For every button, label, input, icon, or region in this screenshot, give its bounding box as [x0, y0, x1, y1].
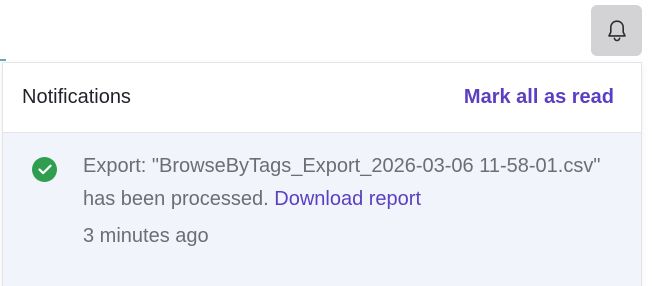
notifications-title: Notifications: [22, 86, 131, 108]
notifications-panel: Notifications Mark all as read Export: "…: [2, 62, 642, 286]
page: Notifications Mark all as read Export: "…: [0, 0, 652, 286]
check-circle-icon: [32, 157, 57, 182]
notifications-header: Notifications Mark all as read: [3, 63, 641, 133]
mark-all-as-read-button[interactable]: Mark all as read: [464, 85, 614, 109]
notifications-bell-button[interactable]: [591, 5, 642, 56]
download-report-link[interactable]: Download report: [274, 188, 421, 210]
page-divider: [0, 59, 6, 61]
notification-message: Export: "BrowseByTags_Export_2026-03-06 …: [83, 150, 613, 216]
notification-timestamp: 3 minutes ago: [83, 225, 209, 247]
notification-item[interactable]: Export: "BrowseByTags_Export_2026-03-06 …: [3, 133, 641, 286]
bell-icon: [606, 19, 628, 43]
